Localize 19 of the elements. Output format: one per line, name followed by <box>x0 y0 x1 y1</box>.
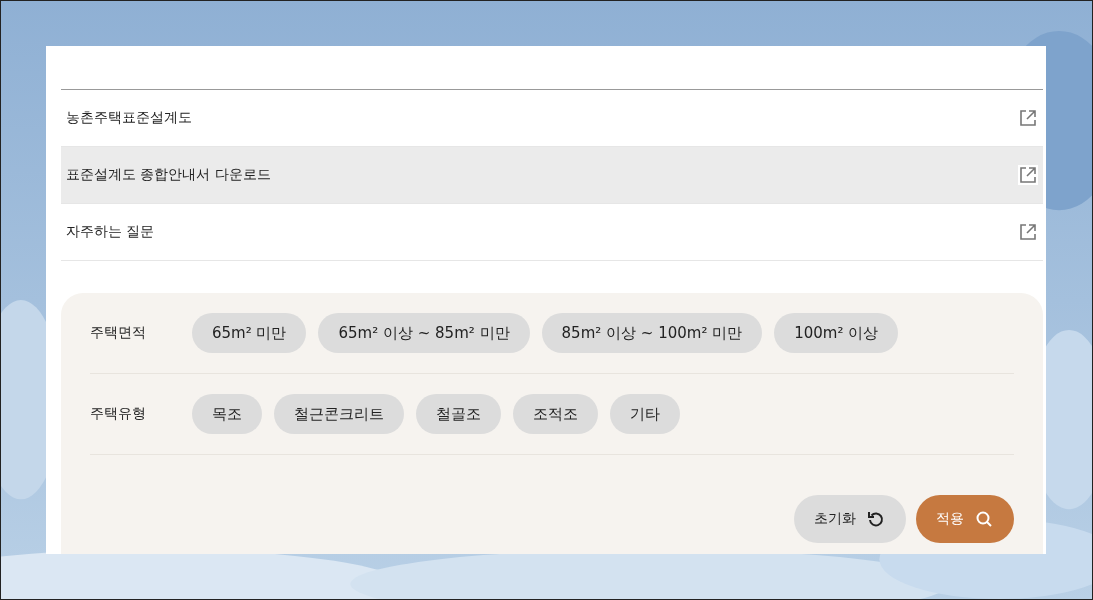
filter-chip[interactable]: 철근콘크리트 <box>274 394 404 434</box>
filter-chip[interactable]: 65m² 미만 <box>192 313 307 353</box>
filter-label: 주택유형 <box>90 405 147 423</box>
filter-chip[interactable]: 철골조 <box>416 394 501 434</box>
filter-chip[interactable]: 65m² 이상 ~ 85m² 미만 <box>318 313 530 353</box>
reset-icon <box>866 509 886 529</box>
filter-label: 주택면적 <box>90 324 147 342</box>
reset-button[interactable]: 초기화 <box>794 495 906 543</box>
filter-chip[interactable]: 기타 <box>610 394 680 434</box>
filter-chip[interactable]: 목조 <box>192 394 262 434</box>
filter-chip[interactable]: 100m² 이상 <box>774 313 899 353</box>
external-link-icon <box>1018 165 1038 185</box>
link-row[interactable]: 표준설계도 종합안내서 다운로드 <box>61 147 1043 204</box>
search-icon <box>974 509 994 529</box>
link-row[interactable]: 자주하는 질문 <box>61 204 1043 261</box>
filter-chip[interactable]: 조적조 <box>513 394 598 434</box>
external-link-icon <box>1018 108 1038 128</box>
filter-chip[interactable]: 85m² 이상 ~ 100m² 미만 <box>541 313 763 353</box>
external-link-icon <box>1018 222 1038 242</box>
